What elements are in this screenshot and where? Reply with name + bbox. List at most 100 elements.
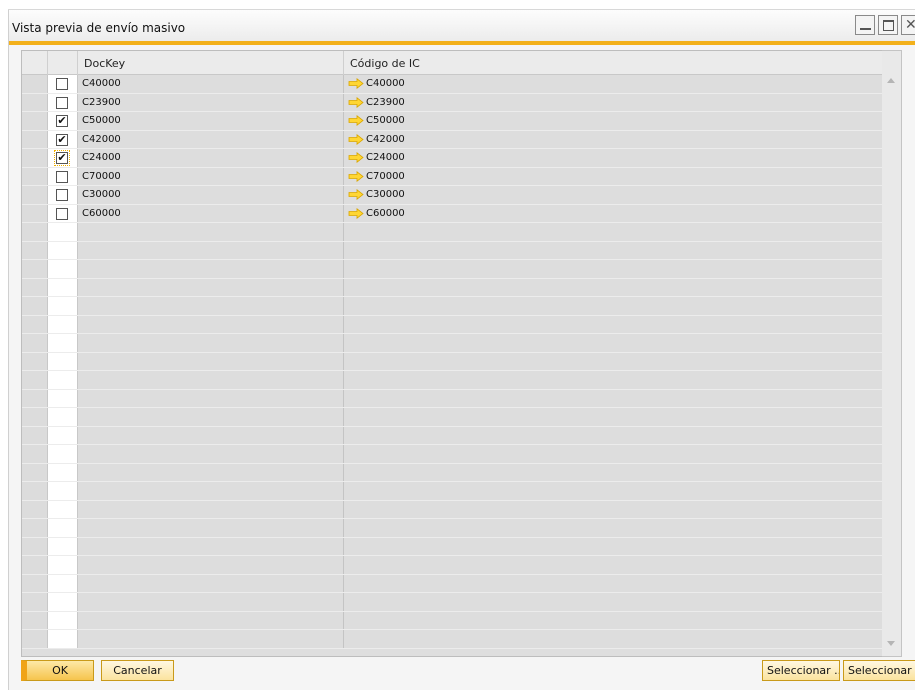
dockey-cell[interactable]: C40000: [78, 75, 344, 93]
link-arrow-icon[interactable]: [348, 96, 364, 108]
code-cell[interactable]: [344, 334, 893, 352]
column-header-dockey[interactable]: DocKey: [78, 51, 344, 75]
row-header[interactable]: [22, 149, 48, 167]
code-cell[interactable]: [344, 241, 893, 259]
dockey-cell[interactable]: [78, 352, 344, 370]
dockey-cell[interactable]: [78, 223, 344, 241]
code-cell[interactable]: C24000: [344, 149, 893, 167]
empty-row[interactable]: [22, 389, 893, 408]
code-cell[interactable]: [344, 352, 893, 370]
select-button-1[interactable]: Seleccionar ...: [762, 660, 840, 681]
code-cell[interactable]: [344, 223, 893, 241]
table-row[interactable]: C30000 C30000: [22, 186, 893, 205]
link-arrow-icon[interactable]: [348, 207, 364, 219]
check-cell[interactable]: ✔: [48, 149, 78, 167]
dockey-cell[interactable]: [78, 260, 344, 278]
row-header[interactable]: [22, 241, 48, 259]
table-row[interactable]: C40000 C40000: [22, 75, 893, 94]
dockey-cell[interactable]: [78, 556, 344, 574]
empty-row[interactable]: [22, 352, 893, 371]
empty-row[interactable]: [22, 297, 893, 316]
row-header[interactable]: [22, 186, 48, 204]
row-checkbox[interactable]: ✔: [56, 115, 68, 127]
code-cell[interactable]: C42000: [344, 130, 893, 148]
code-cell[interactable]: C60000: [344, 204, 893, 222]
code-cell[interactable]: C40000: [344, 75, 893, 93]
dockey-cell[interactable]: [78, 241, 344, 259]
close-button[interactable]: ✕: [901, 15, 915, 35]
row-header[interactable]: [22, 93, 48, 111]
code-cell[interactable]: [344, 537, 893, 555]
dockey-cell[interactable]: [78, 463, 344, 481]
row-header[interactable]: [22, 315, 48, 333]
link-arrow-icon[interactable]: [348, 133, 364, 145]
code-cell[interactable]: C50000: [344, 112, 893, 130]
check-cell[interactable]: [48, 75, 78, 93]
code-cell[interactable]: [344, 315, 893, 333]
check-cell[interactable]: [48, 93, 78, 111]
code-cell[interactable]: [344, 500, 893, 518]
code-cell[interactable]: [344, 371, 893, 389]
row-header[interactable]: [22, 334, 48, 352]
row-header[interactable]: [22, 482, 48, 500]
code-cell[interactable]: [344, 260, 893, 278]
empty-row[interactable]: [22, 537, 893, 556]
maximize-button[interactable]: [878, 15, 898, 35]
title-bar[interactable]: Vista previa de envío masivo ✕: [9, 10, 915, 45]
empty-row[interactable]: [22, 223, 893, 242]
dockey-cell[interactable]: [78, 445, 344, 463]
check-cell[interactable]: ✔: [48, 112, 78, 130]
check-cell[interactable]: ✔: [48, 130, 78, 148]
dockey-cell[interactable]: C50000: [78, 112, 344, 130]
table-row[interactable]: C23900 C23900: [22, 93, 893, 112]
column-header-code[interactable]: Código de IC: [344, 51, 893, 75]
row-header[interactable]: [22, 297, 48, 315]
dockey-cell[interactable]: C42000: [78, 130, 344, 148]
row-checkbox[interactable]: [56, 170, 68, 183]
dockey-cell[interactable]: [78, 389, 344, 407]
row-header[interactable]: [22, 389, 48, 407]
row-header[interactable]: [22, 593, 48, 611]
row-header[interactable]: [22, 130, 48, 148]
code-cell[interactable]: [344, 408, 893, 426]
empty-row[interactable]: [22, 241, 893, 260]
code-cell[interactable]: [344, 463, 893, 481]
empty-row[interactable]: [22, 260, 893, 279]
empty-row[interactable]: [22, 463, 893, 482]
dockey-cell[interactable]: C24000: [78, 149, 344, 167]
empty-row[interactable]: [22, 408, 893, 427]
empty-row[interactable]: [22, 593, 893, 612]
link-arrow-icon[interactable]: [348, 78, 364, 89]
row-header[interactable]: [22, 426, 48, 444]
code-cell[interactable]: [344, 482, 893, 500]
code-cell[interactable]: [344, 574, 893, 592]
dockey-cell[interactable]: [78, 297, 344, 315]
table-row[interactable]: C70000 C70000: [22, 167, 893, 186]
empty-row[interactable]: [22, 278, 893, 297]
code-cell[interactable]: [344, 630, 893, 648]
row-header[interactable]: [22, 611, 48, 629]
link-arrow-icon[interactable]: [348, 189, 364, 200]
scroll-up-icon[interactable]: [887, 78, 895, 83]
row-checkbox[interactable]: ✔: [56, 133, 68, 146]
code-cell[interactable]: C70000: [344, 167, 893, 185]
code-cell[interactable]: [344, 389, 893, 407]
empty-row[interactable]: [22, 482, 893, 501]
header-check[interactable]: [48, 51, 78, 75]
row-header[interactable]: [22, 500, 48, 518]
dockey-cell[interactable]: C70000: [78, 167, 344, 185]
code-cell[interactable]: [344, 445, 893, 463]
row-header[interactable]: [22, 352, 48, 370]
row-header[interactable]: [22, 574, 48, 592]
cancel-button[interactable]: Cancelar: [101, 660, 174, 681]
row-checkbox[interactable]: [56, 78, 68, 90]
row-checkbox[interactable]: [56, 96, 68, 109]
empty-row[interactable]: [22, 556, 893, 575]
dockey-cell[interactable]: [78, 426, 344, 444]
vertical-scrollbar[interactable]: [882, 50, 902, 657]
code-cell[interactable]: [344, 426, 893, 444]
code-cell[interactable]: [344, 593, 893, 611]
dockey-cell[interactable]: [78, 500, 344, 518]
dockey-cell[interactable]: [78, 315, 344, 333]
row-checkbox[interactable]: [56, 207, 68, 220]
